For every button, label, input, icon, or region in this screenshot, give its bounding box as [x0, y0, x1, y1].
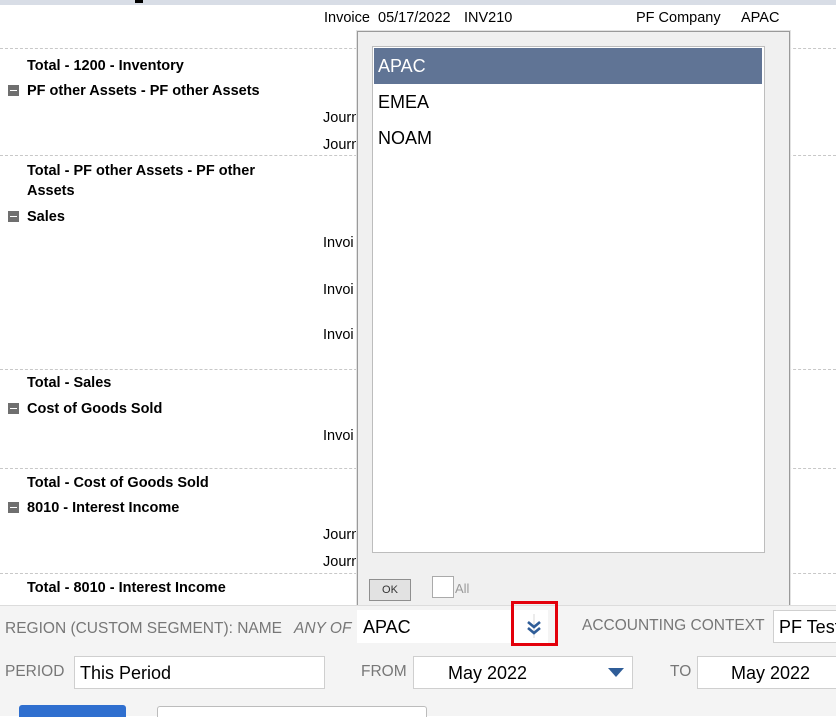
top-strip-mark [135, 0, 143, 3]
period-input[interactable]: This Period [74, 656, 325, 689]
cogs-total: Total - Cost of Goods Sold [27, 475, 209, 491]
collapse-icon[interactable] [8, 85, 19, 96]
interest-total: Total - 8010 - Interest Income [27, 580, 226, 596]
ok-button[interactable]: OK [369, 579, 411, 601]
sales-total: Total - Sales [27, 375, 112, 391]
region-option-apac[interactable]: APAC [374, 48, 762, 84]
region-dropdown-popup: APAC EMEA NOAM OK All [357, 31, 790, 611]
interest-header: 8010 - Interest Income [27, 500, 180, 516]
region-options-list[interactable]: APAC EMEA NOAM [372, 46, 765, 553]
to-select[interactable]: May 2022 [697, 656, 836, 689]
journal-row[interactable]: Journ [323, 110, 359, 126]
primary-button[interactable] [19, 705, 126, 717]
invoice-row[interactable]: Invoi [323, 282, 354, 298]
collapse-icon[interactable] [8, 502, 19, 513]
accounting-context-input[interactable]: PF Test [773, 610, 836, 643]
invoice-row[interactable]: Invoi [323, 428, 354, 444]
pf-other-assets-header: PF other Assets - PF other Assets [27, 83, 260, 99]
region-filter-label: REGION (CUSTOM SEGMENT): NAME [5, 620, 283, 637]
region-option-emea[interactable]: EMEA [374, 84, 762, 120]
secondary-button[interactable] [157, 706, 427, 717]
all-checkbox-label: All [455, 581, 470, 596]
row-date: 05/17/2022 [378, 10, 451, 26]
journal-row[interactable]: Journ [323, 554, 359, 570]
collapse-icon[interactable] [8, 403, 19, 414]
accounting-context-label: ACCOUNTING CONTEXT [582, 617, 765, 634]
inventory-total: Total - 1200 - Inventory [27, 58, 184, 74]
from-select[interactable]: May 2022 [413, 656, 633, 689]
region-filter-qualifier: ANY OF [294, 620, 352, 637]
all-checkbox[interactable] [432, 576, 454, 598]
to-label: TO [670, 663, 692, 680]
row-entity: PF Company [636, 10, 721, 26]
invoice-row[interactable]: Invoi [323, 235, 354, 251]
sales-header: Sales [27, 209, 65, 225]
period-label: PERIOD [5, 663, 65, 680]
journal-row[interactable]: Journ [323, 527, 359, 543]
cogs-header: Cost of Goods Sold [27, 401, 163, 417]
highlight-box [511, 601, 558, 646]
row-number[interactable]: INV210 [464, 10, 512, 26]
collapse-icon[interactable] [8, 211, 19, 222]
pf-other-total-line2: Assets [27, 183, 75, 199]
region-option-noam[interactable]: NOAM [374, 120, 762, 156]
row-type: Invoice [324, 10, 370, 26]
pf-other-total-line1: Total - PF other Assets - PF other [27, 163, 255, 179]
chevron-down-icon[interactable] [608, 668, 624, 677]
from-label: FROM [361, 663, 407, 680]
invoice-row[interactable]: Invoi [323, 327, 354, 343]
journal-row[interactable]: Journ [323, 137, 359, 153]
row-region: APAC [741, 10, 780, 26]
